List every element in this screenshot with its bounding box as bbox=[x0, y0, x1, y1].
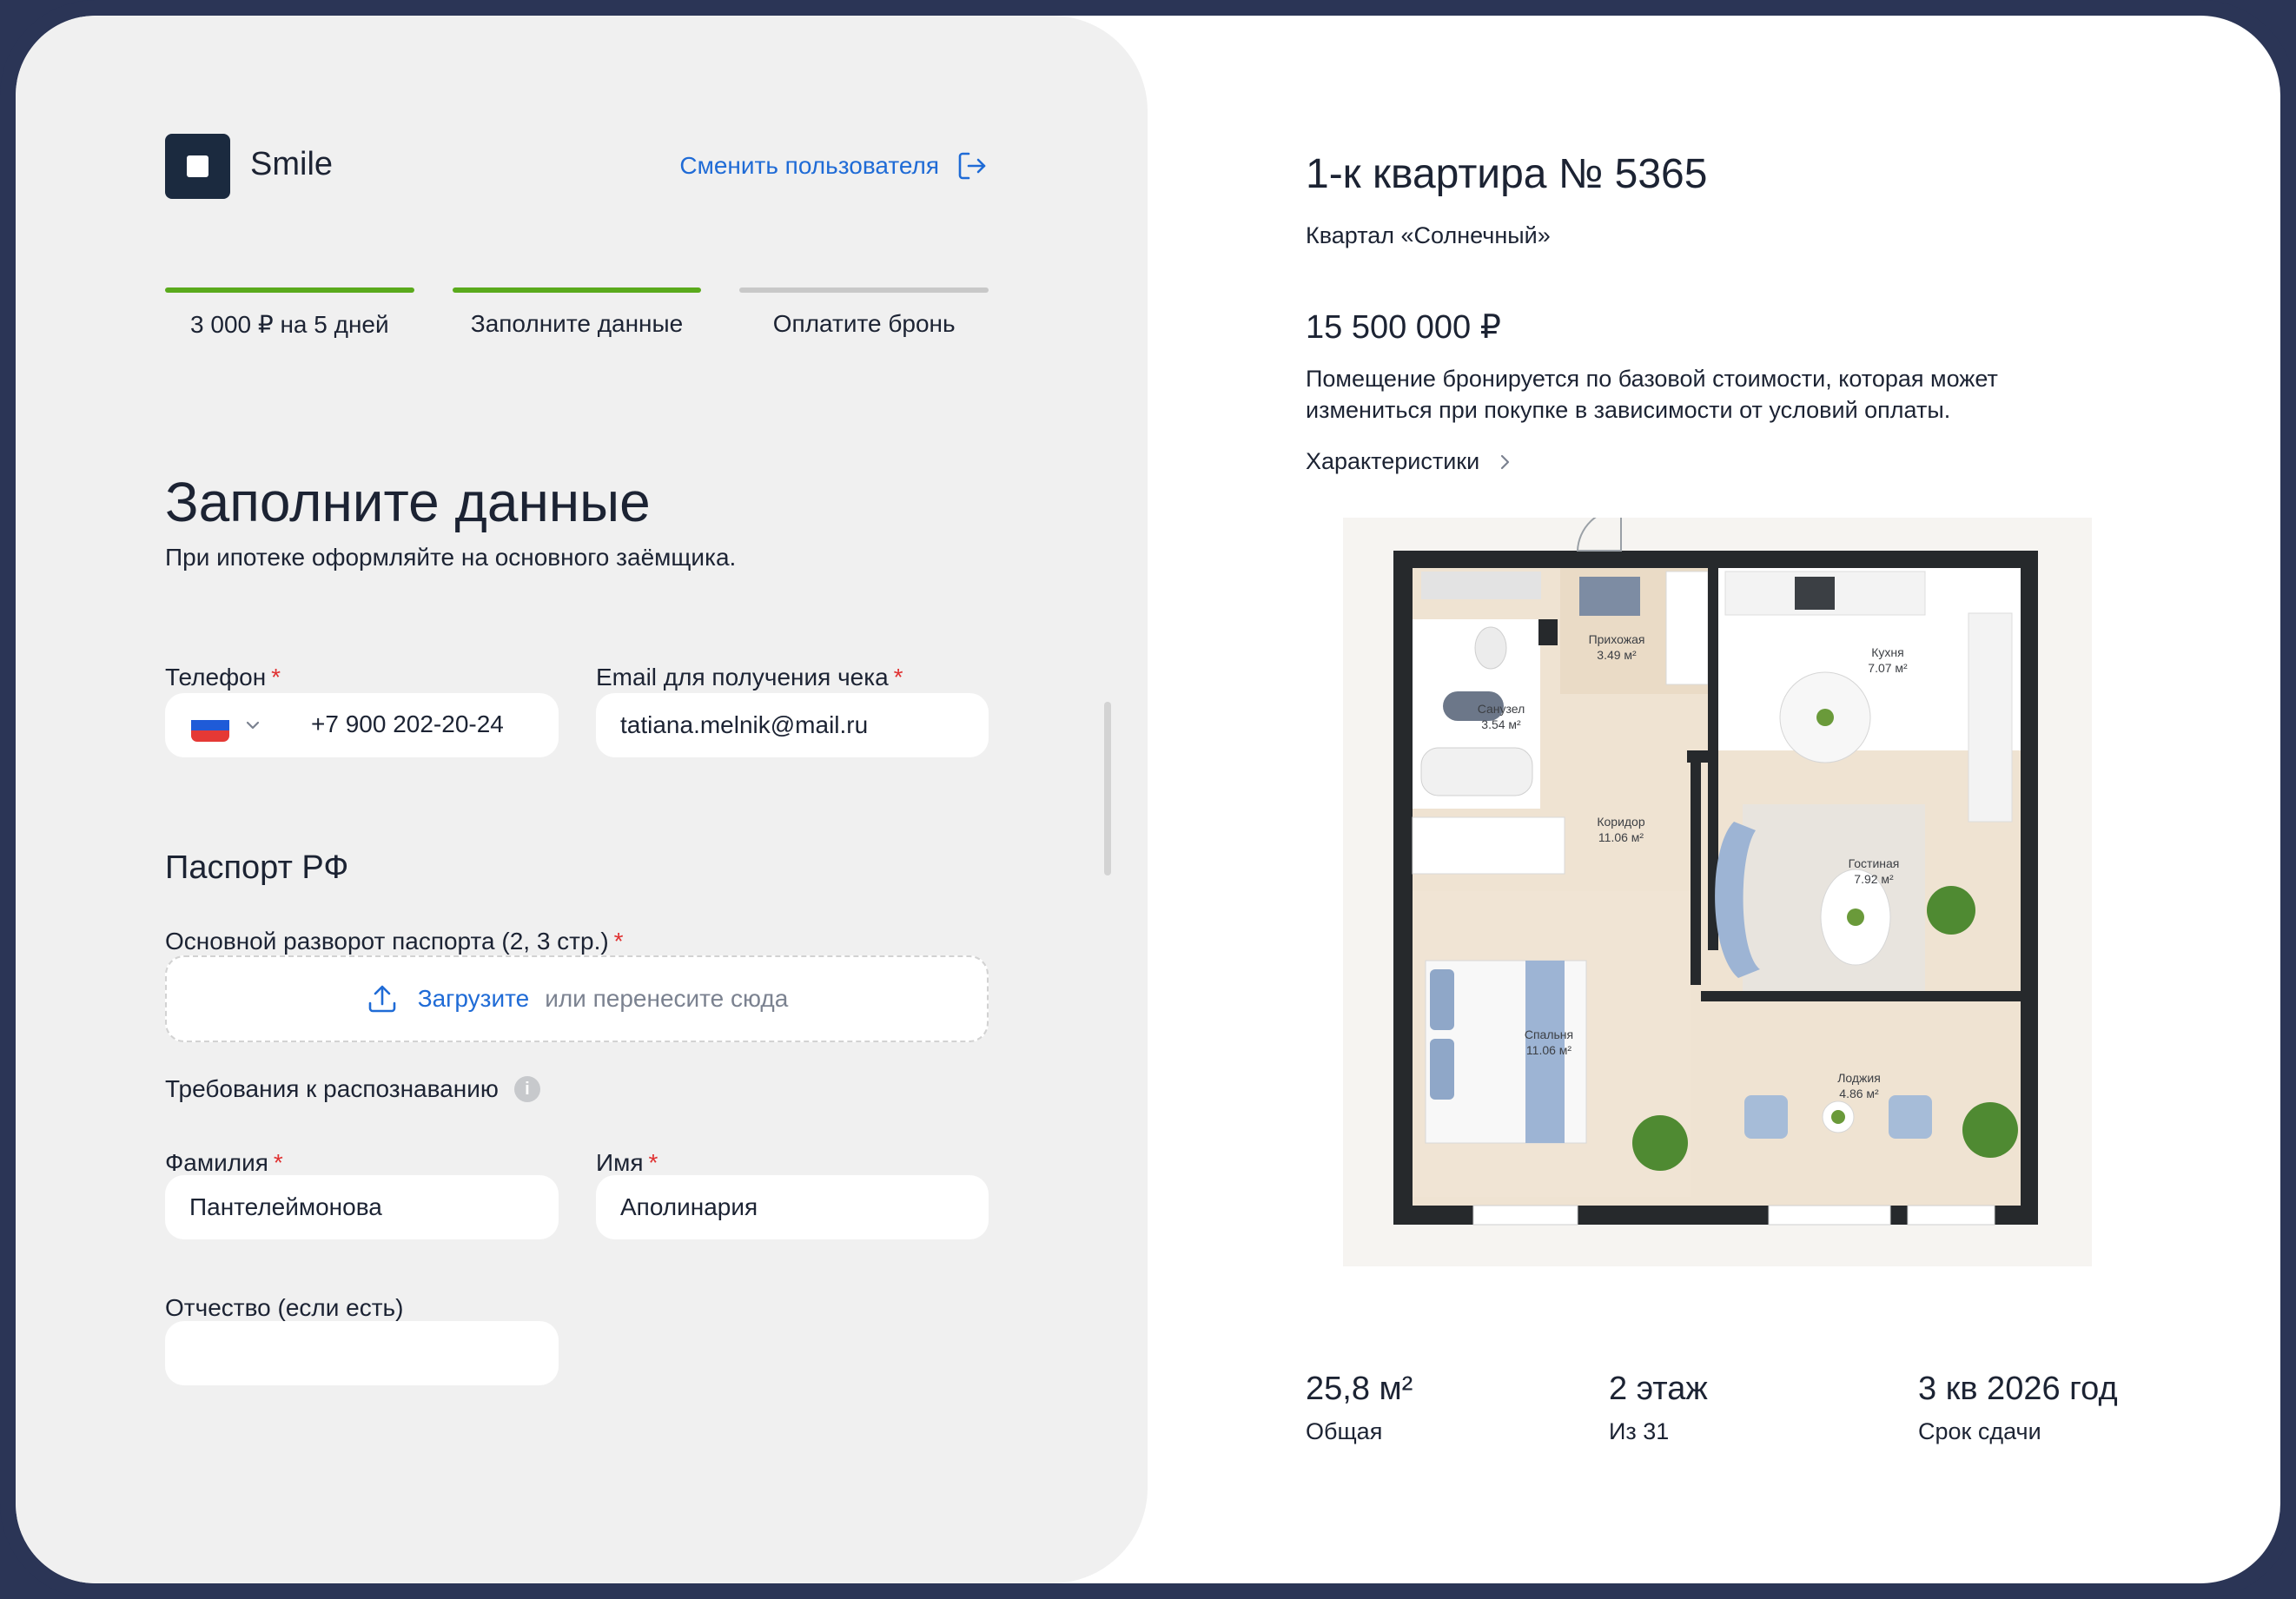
room-label: Спальня bbox=[1525, 1027, 1573, 1041]
room-label: Лоджия bbox=[1837, 1071, 1881, 1085]
price-note: Помещение бронируется по базовой стоимос… bbox=[1306, 366, 1998, 423]
booking-steps: 3 000 ₽ на 5 дней Заполните данные Оплат… bbox=[165, 287, 989, 339]
characteristics-label: Характеристики bbox=[1306, 448, 1480, 474]
page-subtitle: При ипотеке оформляйте на основного заём… bbox=[165, 544, 737, 571]
floor-plan: Прихожая 3.49 м² Кухня 7.07 м² Санузел 3… bbox=[1343, 518, 2092, 1266]
room-area: 11.06 м² bbox=[1598, 830, 1644, 844]
switch-user-label: Сменить пользователя bbox=[679, 152, 939, 179]
apartment-complex: Квартал «Солнечный» bbox=[1306, 222, 1551, 248]
stat-value: 25,8 м² bbox=[1306, 1371, 1413, 1407]
room-label: Кухня bbox=[1871, 645, 1903, 659]
room-label: Гостиная bbox=[1849, 856, 1900, 870]
upload-link[interactable]: Загрузите bbox=[418, 985, 530, 1013]
device-frame: Smile Сменить пользователя 3 000 ₽ на 5 … bbox=[0, 0, 2296, 1599]
room-label: Санузел bbox=[1478, 702, 1525, 716]
russia-flag-icon[interactable] bbox=[191, 709, 229, 742]
characteristics-link[interactable]: Характеристики bbox=[1306, 448, 1512, 475]
first-name-label: Имя * bbox=[596, 1149, 658, 1177]
required-mark: * bbox=[648, 1149, 658, 1176]
last-name-label-text: Фамилия bbox=[165, 1149, 268, 1176]
email-label: Email для получения чека * bbox=[596, 664, 903, 691]
required-mark: * bbox=[613, 928, 624, 955]
logo-square-icon bbox=[165, 134, 230, 199]
email-label-text: Email для получения чека bbox=[596, 664, 889, 690]
step-3: Оплатите бронь bbox=[739, 287, 989, 339]
email-field[interactable]: tatiana.melnik@mail.ru bbox=[596, 693, 989, 757]
brand-name: Smile bbox=[250, 146, 334, 182]
step-label: 3 000 ₽ на 5 дней bbox=[190, 311, 389, 338]
screen: Smile Сменить пользователя 3 000 ₽ на 5 … bbox=[16, 16, 2280, 1583]
required-mark: * bbox=[893, 664, 903, 690]
upload-hint: или перенесите сюда bbox=[545, 985, 789, 1012]
step-label: Оплатите бронь bbox=[772, 310, 956, 337]
first-name-field[interactable]: Аполинария bbox=[596, 1175, 989, 1239]
room-area: 11.06 м² bbox=[1526, 1043, 1572, 1057]
logout-arrow-icon bbox=[958, 152, 986, 180]
step-1: 3 000 ₽ на 5 дней bbox=[165, 287, 414, 339]
passport-upload-dropzone[interactable]: Загрузите или перенесите сюда bbox=[165, 955, 989, 1042]
scrollbar[interactable] bbox=[1104, 702, 1111, 875]
step-progress-bar bbox=[739, 287, 989, 293]
passport-upload-label: Основной разворот паспорта (2, 3 стр.) * bbox=[165, 928, 624, 955]
room-area: 7.92 м² bbox=[1854, 872, 1894, 886]
middle-name-field[interactable] bbox=[165, 1321, 559, 1385]
step-2: Заполните данные bbox=[452, 287, 702, 339]
room-label: Прихожая bbox=[1589, 632, 1645, 646]
booking-form-panel: Smile Сменить пользователя 3 000 ₽ на 5 … bbox=[16, 16, 1148, 1583]
recognition-requirements: Требования к распознаванию i bbox=[165, 1075, 540, 1103]
room-area: 4.86 м² bbox=[1839, 1087, 1879, 1100]
room-label: Коридор bbox=[1597, 815, 1645, 829]
page-title: Заполните данные bbox=[165, 471, 651, 533]
phone-field[interactable]: +7 900 202-20-24 bbox=[165, 693, 559, 757]
stat-completion: 3 кв 2026 год Срок сдачи bbox=[1918, 1371, 2118, 1445]
upload-icon bbox=[368, 985, 395, 1013]
middle-name-label: Отчество (если есть) bbox=[165, 1294, 404, 1321]
passport-section-title: Паспорт РФ bbox=[165, 849, 349, 886]
switch-user-button[interactable]: Сменить пользователя bbox=[679, 150, 988, 182]
phone-label: Телефон * bbox=[165, 664, 281, 691]
phone-label-text: Телефон bbox=[165, 664, 267, 690]
last-name-field[interactable]: Пантелеймонова bbox=[165, 1175, 559, 1239]
required-mark: * bbox=[273, 1149, 283, 1176]
last-name-label: Фамилия * bbox=[165, 1149, 283, 1177]
apartment-price: 15 500 000 ₽ bbox=[1306, 309, 1501, 346]
room-area: 3.49 м² bbox=[1597, 648, 1637, 662]
phone-input[interactable]: +7 900 202-20-24 bbox=[311, 710, 504, 738]
chevron-down-icon[interactable] bbox=[243, 716, 262, 735]
stat-label: Общая bbox=[1306, 1418, 1383, 1444]
stat-label: Из 31 bbox=[1609, 1418, 1670, 1444]
stat-floor: 2 этаж Из 31 bbox=[1609, 1371, 1708, 1445]
step-progress-bar bbox=[452, 287, 702, 293]
room-area: 7.07 м² bbox=[1868, 661, 1908, 675]
info-icon[interactable]: i bbox=[513, 1076, 540, 1102]
stat-value: 3 кв 2026 год bbox=[1918, 1371, 2118, 1407]
stat-area: 25,8 м² Общая bbox=[1306, 1371, 1413, 1445]
recognition-requirements-text: Требования к распознаванию bbox=[165, 1075, 499, 1102]
chevron-right-icon bbox=[1501, 454, 1510, 469]
step-progress-bar bbox=[165, 287, 414, 293]
passport-upload-label-text: Основной разворот паспорта (2, 3 стр.) bbox=[165, 928, 609, 955]
required-mark: * bbox=[271, 664, 281, 690]
step-label: Заполните данные bbox=[470, 310, 684, 337]
room-area: 3.54 м² bbox=[1481, 717, 1521, 731]
stat-label: Срок сдачи bbox=[1918, 1418, 2041, 1444]
first-name-label-text: Имя bbox=[596, 1149, 644, 1176]
apartment-title: 1-к квартира № 5365 bbox=[1306, 151, 1708, 197]
stat-value: 2 этаж bbox=[1609, 1371, 1708, 1407]
